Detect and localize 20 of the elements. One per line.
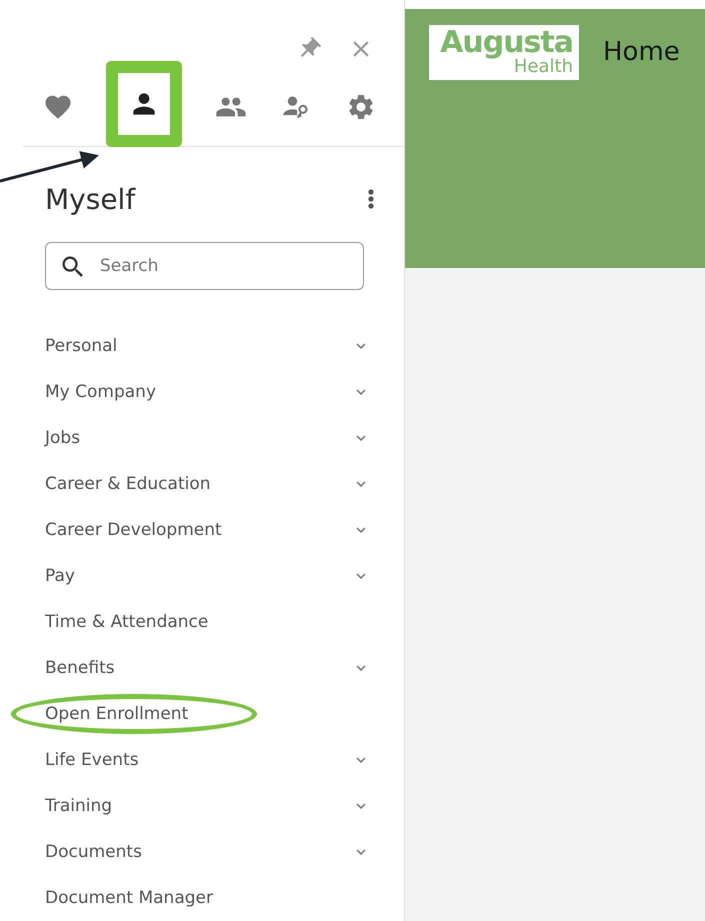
more-button[interactable]	[368, 189, 374, 210]
menu-item[interactable]: Document Manager	[45, 888, 213, 908]
menu-item[interactable]: Life Events	[45, 750, 139, 770]
menu-item[interactable]: Training	[45, 796, 112, 816]
menu-item[interactable]: Personal	[45, 336, 118, 356]
menu-item[interactable]: Career & Education	[45, 474, 211, 494]
logo: Augusta Health	[429, 25, 579, 80]
menu-item[interactable]: Open Enrollment	[45, 704, 188, 724]
menu-item[interactable]: Time & Attendance	[45, 612, 208, 632]
menu-item[interactable]: Jobs	[45, 428, 80, 448]
menu-item[interactable]: Benefits	[45, 658, 115, 678]
panel-title: Myself	[45, 182, 136, 216]
sidebar-tab[interactable]	[106, 61, 182, 148]
menu-item[interactable]: Pay	[45, 566, 75, 586]
menu-item[interactable]: Documents	[45, 842, 142, 862]
menu-item[interactable]: My Company	[45, 382, 156, 402]
menu-item[interactable]: Career Development	[45, 520, 222, 540]
more-icon	[368, 189, 374, 210]
page-title: Home	[603, 37, 680, 67]
search-field[interactable]: Search	[45, 242, 364, 290]
